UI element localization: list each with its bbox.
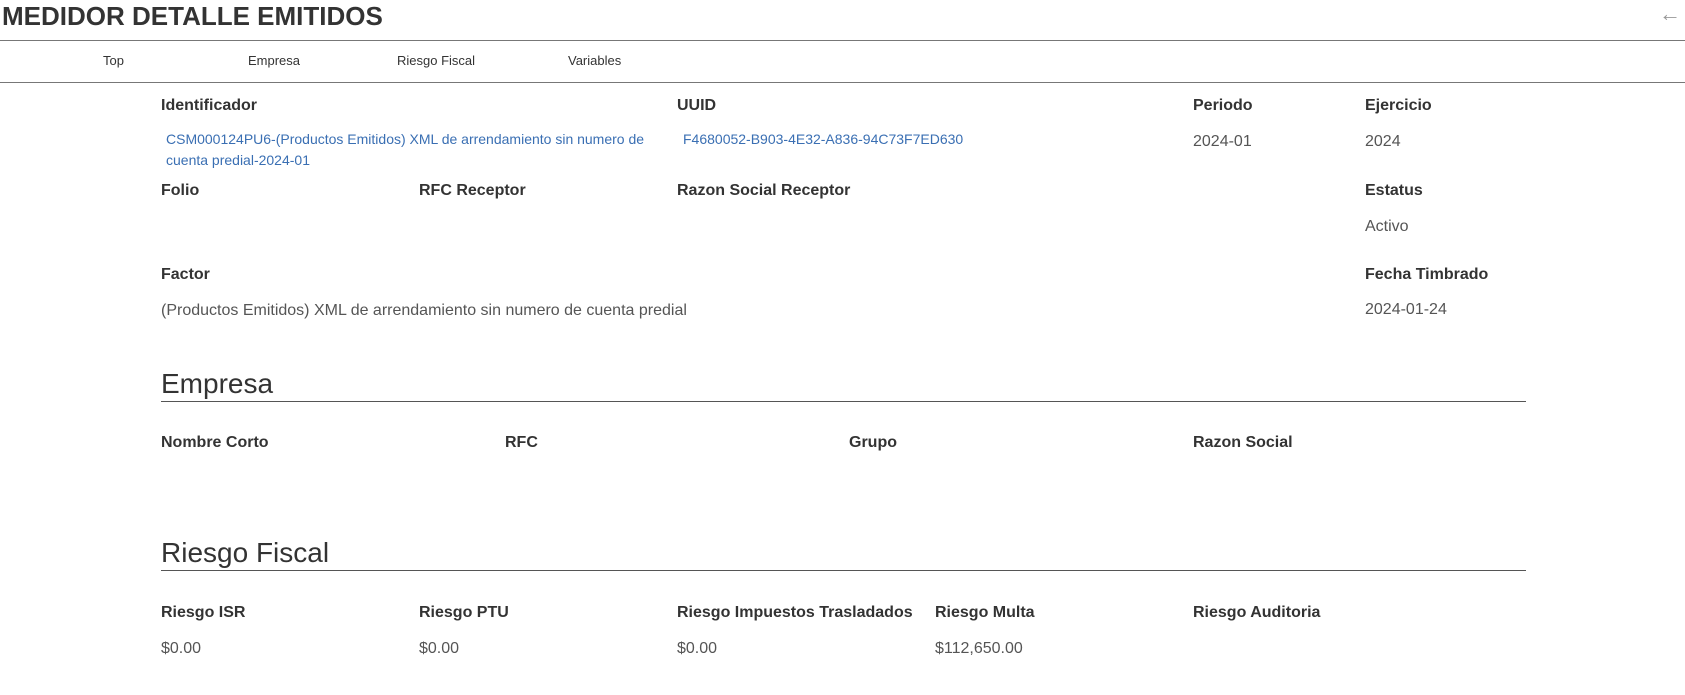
estatus-value: Activo (1365, 218, 1409, 235)
riesgo-auditoria-label: Riesgo Auditoria (1193, 604, 1321, 621)
nombre-corto-label: Nombre Corto (161, 434, 269, 451)
tab-empresa[interactable]: Empresa (248, 53, 300, 68)
identificador-label: Identificador (161, 97, 258, 114)
identificador-line-1: CSM000124PU6-(Productos Emitidos) XML de… (166, 131, 645, 147)
uuid-link[interactable]: F4680052-B903-4E32-A836-94C73F7ED630 (683, 129, 963, 150)
tab-variables[interactable]: Variables (568, 53, 621, 68)
rfc-receptor-label: RFC Receptor (419, 182, 526, 199)
ejercicio-label: Ejercicio (1365, 97, 1432, 114)
razon-social-receptor-label: Razon Social Receptor (677, 182, 851, 199)
section-nav: Top Empresa Riesgo Fiscal Variables (0, 41, 1685, 83)
riesgo-impuestos-trasladados-value: $0.00 (677, 640, 718, 657)
grupo-label: Grupo (849, 434, 897, 451)
factor-label: Factor (161, 266, 210, 283)
riesgo-isr-label: Riesgo ISR (161, 604, 246, 621)
identificador-link[interactable]: CSM000124PU6-(Productos Emitidos) XML de… (166, 129, 666, 171)
identificador-line-2: cuenta predial-2024-01 (166, 152, 310, 168)
razon-social-label: Razon Social (1193, 434, 1293, 451)
ejercicio-value: 2024 (1365, 133, 1401, 150)
empresa-divider (161, 401, 1526, 402)
riesgo-multa-label: Riesgo Multa (935, 604, 1035, 621)
riesgo-ptu-value: $0.00 (419, 640, 460, 657)
riesgo-impuestos-trasladados-label: Riesgo Impuestos Trasladados (677, 604, 913, 621)
riesgo-multa-value: $112,650.00 (935, 640, 1023, 657)
factor-value: (Productos Emitidos) XML de arrendamient… (161, 302, 687, 319)
tab-top[interactable]: Top (103, 53, 124, 68)
page-header: MEDIDOR DETALLE EMITIDOS ← (0, 0, 1685, 41)
fecha-timbrado-value: 2024-01-24 (1365, 301, 1447, 318)
riesgo-fiscal-section-title: Riesgo Fiscal (161, 537, 330, 568)
folio-label: Folio (161, 182, 200, 199)
estatus-label: Estatus (1365, 182, 1423, 199)
riesgo-isr-value: $0.00 (161, 640, 202, 657)
periodo-label: Periodo (1193, 97, 1253, 114)
fecha-timbrado-label: Fecha Timbrado (1365, 266, 1489, 283)
riesgo-ptu-label: Riesgo PTU (419, 604, 509, 621)
empresa-section-title: Empresa (161, 368, 274, 399)
page-title: MEDIDOR DETALLE EMITIDOS (2, 1, 383, 31)
riesgo-fiscal-divider (161, 570, 1526, 571)
detail-page: MEDIDOR DETALLE EMITIDOS ← Top Empresa R… (0, 0, 1685, 695)
arrow-left-icon[interactable]: ← (1659, 3, 1681, 25)
periodo-value: 2024-01 (1193, 133, 1252, 150)
rfc-label: RFC (505, 434, 538, 451)
uuid-label: UUID (677, 97, 717, 114)
tab-riesgo-fiscal[interactable]: Riesgo Fiscal (397, 53, 475, 68)
